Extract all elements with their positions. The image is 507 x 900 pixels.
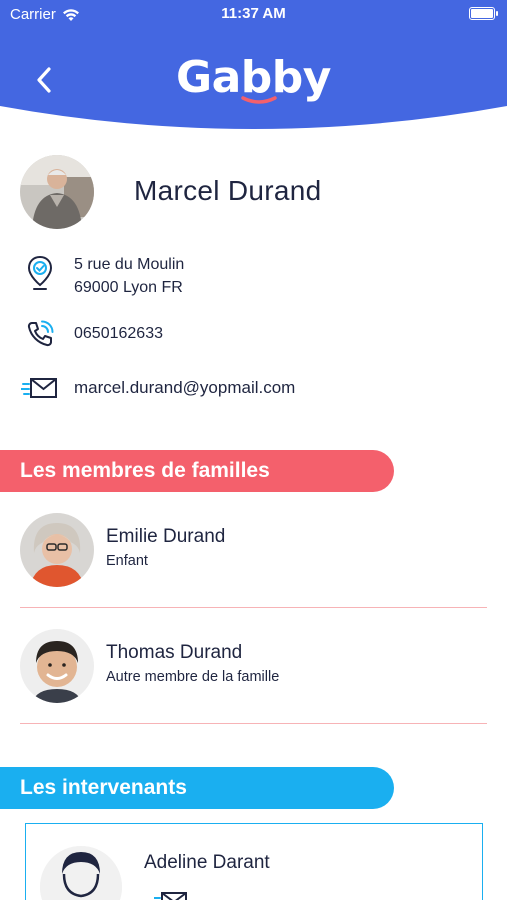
member-name: Thomas Durand <box>106 642 243 663</box>
mail-icon <box>20 368 60 408</box>
member-avatar <box>20 513 94 587</box>
address-text: 5 rue du Moulin 69000 Lyon FR <box>74 253 184 299</box>
battery-icon <box>469 7 498 20</box>
intervenant-avatar-icon <box>40 846 122 900</box>
location-pin-icon <box>20 253 60 293</box>
mail-icon[interactable] <box>154 890 188 900</box>
profile-name: Marcel Durand <box>134 175 322 206</box>
family-member-item[interactable]: Thomas Durand Autre membre de la famille <box>20 629 487 724</box>
family-member-item[interactable]: Emilie Durand Enfant <box>20 513 487 608</box>
intervenant-card[interactable]: Adeline Darant <box>25 823 483 900</box>
email-text: marcel.durand@yopmail.com <box>74 378 296 397</box>
logo-smile <box>241 96 277 104</box>
phone-text: 0650162633 <box>74 325 163 342</box>
status-time: 11:37 AM <box>221 5 286 22</box>
profile-avatar <box>20 155 94 229</box>
address-line1: 5 rue du Moulin <box>74 256 185 273</box>
phone-row[interactable]: 0650162633 <box>20 314 490 354</box>
intervenants-section-banner: Les intervenants <box>0 767 394 809</box>
address-row: 5 rue du Moulin 69000 Lyon FR <box>20 253 490 303</box>
intervenant-name: Adeline Darant <box>144 852 270 873</box>
email-row[interactable]: marcel.durand@yopmail.com <box>20 368 490 408</box>
member-role: Enfant <box>106 553 148 569</box>
phone-icon <box>20 314 60 354</box>
profile-header: Marcel Durand <box>20 155 490 229</box>
status-bar: Carrier 11:37 AM <box>0 0 507 28</box>
family-section-banner: Les membres de familles <box>0 450 394 492</box>
app-header: Carrier 11:37 AM Gabby <box>0 0 507 140</box>
address-line2: 69000 Lyon FR <box>74 279 183 296</box>
member-role: Autre membre de la famille <box>106 669 280 685</box>
member-avatar <box>20 629 94 703</box>
member-name: Emilie Durand <box>106 526 226 547</box>
